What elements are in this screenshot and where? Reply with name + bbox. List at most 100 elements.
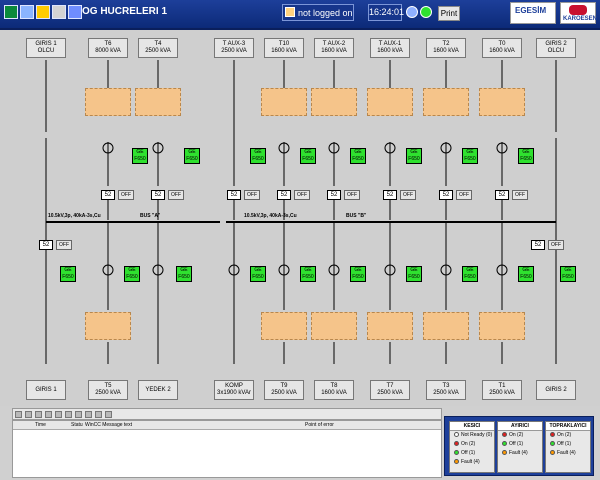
alarm-area: Time Statu WinCC Message text Point of e… — [0, 406, 600, 480]
breaker-top-T4[interactable]: 52 — [151, 190, 165, 200]
feeder-label-top-1[interactable]: GIRIS 1 OLCU — [26, 38, 66, 58]
transformer-bottom-T8[interactable] — [311, 312, 357, 340]
feeder-label-bottom-6[interactable]: T8 1600 kVA — [314, 380, 354, 400]
relay-bottom-T7[interactable]: GE F650 — [406, 266, 422, 282]
relay-bottom-GIRIS2[interactable]: GE F650 — [560, 266, 576, 282]
feeder-label-bottom-4[interactable]: KOMP 3x1900 kVAr — [214, 380, 254, 400]
legend-ayirici: AYIRICI On (2) Off (1) Fault (4) — [497, 421, 543, 473]
feeder-label-bottom-3[interactable]: YEDEK 2 — [138, 380, 178, 400]
toolbar-icon[interactable] — [85, 411, 92, 418]
feeder-label-top-6[interactable]: T AUX-2 1600 kVA — [314, 38, 354, 58]
transformer-top-TAUX1[interactable] — [367, 88, 413, 116]
breaker-incomer-1[interactable]: 52 — [39, 240, 53, 250]
transformer-bottom-T1[interactable] — [479, 312, 525, 340]
warning-icon[interactable] — [36, 5, 50, 19]
nav-icon[interactable] — [68, 5, 82, 19]
toolbar-icon[interactable] — [75, 411, 82, 418]
feeder-label-top-8[interactable]: T2 1600 kVA — [426, 38, 466, 58]
breaker-top-T10[interactable]: 52 — [277, 190, 291, 200]
relay-top-T6[interactable]: GE F650 — [132, 148, 148, 164]
feeder-label-bottom-10[interactable]: GIRIS 2 — [536, 380, 576, 400]
breaker-top-TAUX1[interactable]: 52 — [383, 190, 397, 200]
relay-top-T4[interactable]: GE F650 — [184, 148, 200, 164]
message-table[interactable]: Time Statu WinCC Message text Point of e… — [12, 420, 442, 478]
clock: 16:24:01 — [368, 4, 404, 21]
feeder-label-bottom-5[interactable]: T9 2500 kVA — [264, 380, 304, 400]
breaker-incomer-2[interactable]: 52 — [531, 240, 545, 250]
breaker-top-TAUX3[interactable]: 52 — [227, 190, 241, 200]
transformer-top-T10[interactable] — [261, 88, 307, 116]
transformer-top-T2[interactable] — [423, 88, 469, 116]
feeder-label-top-5[interactable]: T10 1600 kVA — [264, 38, 304, 58]
feeder-label-bottom-1[interactable]: GIRIS 1 — [26, 380, 66, 400]
feeder-label-top-2[interactable]: T6 8000 kVA — [88, 38, 128, 58]
feeder-label-bottom-2[interactable]: T5 2500 kVA — [88, 380, 128, 400]
feeder-label-top-3[interactable]: T4 2500 kVA — [138, 38, 178, 58]
title-bar: OG HUCRELERI 1 not logged on 16:24:01 Pr… — [0, 0, 600, 30]
feeder-label-bottom-7[interactable]: T7 2500 kVA — [370, 380, 410, 400]
feeder-label-bottom-9[interactable]: T1 2500 kVA — [482, 380, 522, 400]
status-off: OFF — [244, 190, 260, 200]
toolbar-icon[interactable] — [55, 411, 62, 418]
status-off: OFF — [344, 190, 360, 200]
relay-top-TAUX3[interactable]: GE F650 — [250, 148, 266, 164]
relay-bottom-T5[interactable]: GE F650 — [124, 266, 140, 282]
relay-bottom-T3[interactable]: GE F650 — [462, 266, 478, 282]
company-logo: KAROESEN — [560, 2, 597, 24]
breaker-top-T0[interactable]: 52 — [495, 190, 509, 200]
single-line-diagram: GIRIS 1 OLCU T6 8000 kVA T4 2500 kVA T AUX-… — [0, 30, 600, 406]
relay-bottom-YEDEK2[interactable]: GE F650 — [176, 266, 192, 282]
toolbar-icon[interactable] — [95, 411, 102, 418]
relay-bottom-T9[interactable]: GE F650 — [300, 266, 316, 282]
toolbar-icon[interactable] — [15, 411, 22, 418]
feeder-label-top-10[interactable]: GIRIS 2 OLCU — [536, 38, 576, 58]
toolbar-icon[interactable] — [105, 411, 112, 418]
relay-bottom-T1[interactable]: GE F650 — [518, 266, 534, 282]
legend-topraklayici: TOPRAKLAYICI On (2) Off (1) Fault (4) — [545, 421, 591, 473]
status-off: OFF — [400, 190, 416, 200]
screen-icon[interactable] — [20, 5, 34, 19]
transformer-bottom-T9[interactable] — [261, 312, 307, 340]
login-status: not logged on — [298, 8, 353, 18]
message-table-header: Time Statu WinCC Message text Point of e… — [13, 421, 441, 430]
breaker-top-T6[interactable]: 52 — [101, 190, 115, 200]
breaker-top-TAUX2[interactable]: 52 — [327, 190, 341, 200]
egesim-logo: EGESİM — [510, 2, 556, 24]
transformer-bottom-T7[interactable] — [367, 312, 413, 340]
feeder-label-top-9[interactable]: T0 1600 kVA — [482, 38, 522, 58]
transformer-top-T6[interactable] — [85, 88, 131, 116]
relay-bottom-GIRIS1[interactable]: GE F650 — [60, 266, 76, 282]
transformer-bottom-T3[interactable] — [423, 312, 469, 340]
relay-bottom-KOMP[interactable]: GE F650 — [250, 266, 266, 282]
toolbar-icon[interactable] — [35, 411, 42, 418]
relay-top-T2[interactable]: GE F650 — [462, 148, 478, 164]
transformer-top-TAUX2[interactable] — [311, 88, 357, 116]
transformer-top-T0[interactable] — [479, 88, 525, 116]
status-off: OFF — [118, 190, 134, 200]
status-off: OFF — [512, 190, 528, 200]
feeder-label-top-4[interactable]: T AUX-3 2500 kVA — [214, 38, 254, 58]
user-icon — [285, 7, 295, 17]
tools-icon[interactable] — [52, 5, 66, 19]
help-icon[interactable] — [406, 6, 418, 18]
relay-top-TAUX1[interactable]: GE F650 — [406, 148, 422, 164]
relay-top-T0[interactable]: GE F650 — [518, 148, 534, 164]
status-off: OFF — [548, 240, 564, 250]
relay-bottom-T8[interactable]: GE F650 — [350, 266, 366, 282]
toolbar-icon[interactable] — [65, 411, 72, 418]
toolbar-icon[interactable] — [25, 411, 32, 418]
feeder-label-top-7[interactable]: T AUX-1 1600 kVA — [370, 38, 410, 58]
feeder-label-bottom-8[interactable]: T3 2500 kVA — [426, 380, 466, 400]
login-box[interactable]: not logged on — [282, 4, 354, 21]
relay-top-T10[interactable]: GE F650 — [300, 148, 316, 164]
toolbar-icon[interactable] — [45, 411, 52, 418]
ok-icon[interactable] — [420, 6, 432, 18]
status-legend-panel: KESICI Not Ready (0) On (2) Off (1) Faul… — [444, 416, 594, 476]
transformer-bottom-T5[interactable] — [85, 312, 131, 340]
print-button[interactable]: Print — [438, 6, 460, 21]
computer-icon[interactable] — [4, 5, 18, 19]
transformer-top-T4[interactable] — [135, 88, 181, 116]
relay-top-TAUX2[interactable]: GE F650 — [350, 148, 366, 164]
window-title: OG HUCRELERI 1 — [82, 6, 168, 17]
breaker-top-T2[interactable]: 52 — [439, 190, 453, 200]
